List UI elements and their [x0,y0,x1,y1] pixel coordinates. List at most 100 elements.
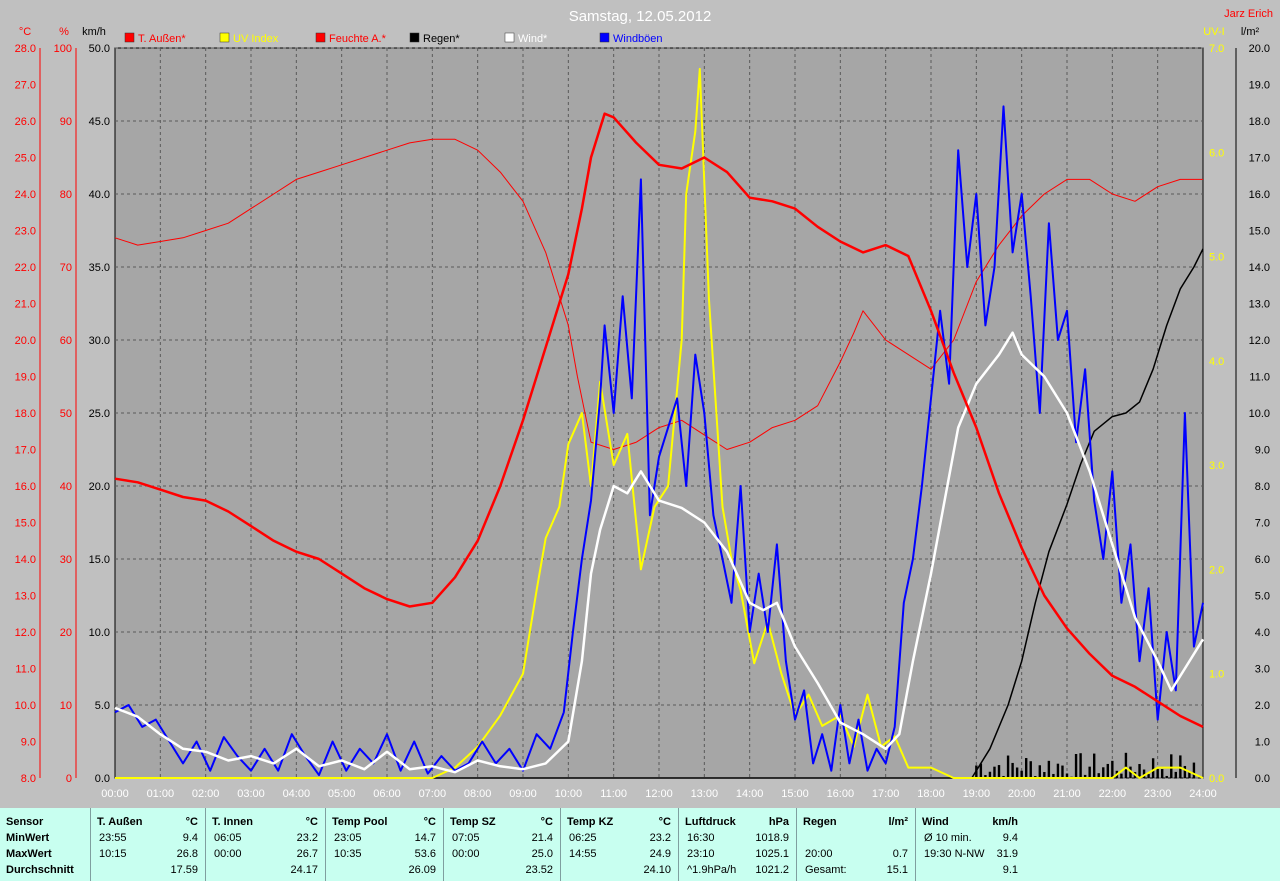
rain-bar [993,766,996,778]
temp-tick-label: 23.0 [15,226,36,238]
temp-tick-label: 10.0 [15,700,36,712]
wind-tick-label: 5.0 [95,700,110,712]
rain-bar [1156,769,1159,778]
temp-tick-label: 11.0 [15,664,36,676]
rain-bar [1015,767,1019,778]
stats-unit: l/m² [888,816,908,828]
legend-swatch [219,32,230,43]
wind-tick-label: 25.0 [89,408,110,420]
stats-value: 9.4 [182,832,198,844]
weather-chart: Samstag, 12.05.2012 Jarz Erich °C% km/h UV-I… [15,8,1273,800]
temp-tick-label: 28.0 [15,43,36,55]
legend-swatch [409,32,420,43]
stats-value: 23.2 [296,832,318,844]
x-tick-label: 17:00 [872,788,900,800]
humidity-axis-unit: % [59,26,69,38]
x-tick-label: 24:00 [1189,788,1217,800]
stats-unit: °C [540,816,553,828]
wind-tick-label: 40.0 [89,189,110,201]
x-tick-label: 20:00 [1008,788,1036,800]
stats-value: 26.8 [176,848,198,860]
rain-tick-label: 9.0 [1255,445,1270,457]
rain-bar [1088,766,1091,778]
stats-column: Luftdruck hPa 16:30 1018.9 23:10 1025.1 ^1.9hP… [678,808,797,881]
stats-value: 1018.9 [755,832,789,844]
legend-label: T. Außen* [138,33,186,45]
rain-bar [1020,770,1023,778]
stats-value: 0.7 [892,848,908,860]
stats-row-label: MinWert [6,832,50,844]
x-tick-label: 12:00 [645,788,673,800]
temp-tick-label: 26.0 [15,116,36,128]
stats-column: Temp KZ °C 06:25 23.2 14:55 24.9 24.10 [560,808,679,881]
wind-tick-label: 45.0 [89,116,110,128]
legend-label: Feuchte A.* [329,33,387,45]
temp-tick-label: 21.0 [15,299,36,311]
rain-tick-label: 16.0 [1249,189,1270,201]
rain-tick-label: 15.0 [1249,226,1270,238]
stats-column: T. Außen °C 23:55 9.4 10:15 26.8 17.59 [90,808,206,881]
legend-label: Wind* [518,33,548,45]
rain-tick-label: 20.0 [1249,43,1270,55]
rain-bar [1038,765,1041,778]
rain-bar [1074,754,1078,778]
humidity-tick-label: 60 [60,335,72,347]
stats-value: 15.1 [886,864,908,876]
rain-bar [1093,753,1096,778]
rain-tick-label: 17.0 [1249,153,1270,165]
rain-tick-label: 0.0 [1255,773,1270,785]
stats-unit: hPa [768,816,789,828]
rain-bar [1183,765,1187,778]
stats-column: Sensor MinWert MaxWert Durchschnitt [0,808,90,881]
x-tick-label: 22:00 [1099,788,1127,800]
temp-tick-label: 19.0 [15,372,36,384]
humidity-tick-label: 30 [60,554,72,566]
wind-tick-label: 10.0 [89,627,110,639]
stats-value: 23.52 [525,864,553,876]
stats-value: 26.7 [296,848,318,860]
stats-column: Regen l/m² 20:00 0.7 Gesamt: 15.1 [796,808,916,881]
rain-bar [1079,753,1082,778]
wind-axis-unit: km/h [82,26,106,38]
rain-bar [1138,764,1141,778]
rain-bar [1170,754,1173,778]
temp-tick-label: 24.0 [15,189,36,201]
rain-tick-label: 1.0 [1255,737,1270,749]
wind-tick-label: 30.0 [89,335,110,347]
rain-tick-label: 19.0 [1249,80,1270,92]
temp-tick-label: 25.0 [15,153,36,165]
rain-bar [1124,752,1128,778]
x-tick-label: 04:00 [283,788,311,800]
x-tick-label: 09:00 [509,788,537,800]
x-tick-label: 14:00 [736,788,764,800]
x-tick-label: 21:00 [1053,788,1081,800]
rain-bar [1102,767,1105,778]
stats-value: 17.59 [170,864,198,876]
temp-tick-label: 9.0 [21,737,36,749]
rain-tick-label: 6.0 [1255,554,1270,566]
x-tick-label: 07:00 [419,788,447,800]
rain-bar [1029,761,1032,778]
rain-tick-label: 8.0 [1255,481,1270,493]
rain-tick-label: 7.0 [1255,518,1270,530]
stats-value: 1025.1 [755,848,789,860]
stats-unit: °C [423,816,436,828]
temp-tick-label: 20.0 [15,335,36,347]
stats-value: 31.9 [996,848,1018,860]
rain-axis-unit: l/m² [1241,26,1260,38]
stats-value: 14.7 [414,832,436,844]
legend-label: UV Index [233,33,279,45]
rain-bar [1174,771,1177,778]
stats-value: 24.9 [649,848,671,860]
stats-unit: °C [185,816,198,828]
stats-value: 21.4 [531,832,553,844]
uv-tick-label: 4.0 [1209,356,1224,368]
rain-bar [1061,765,1064,778]
x-tick-label: 05:00 [328,788,356,800]
uv-tick-label: 0.0 [1209,773,1224,785]
x-tick-label: 19:00 [963,788,991,800]
x-tick-label: 00:00 [101,788,129,800]
rain-bar [1147,774,1150,778]
humidity-tick-label: 100 [54,43,72,55]
stats-column: Wind km/h Ø 10 min. 9.4 19:30 N-NW 31.9 9.1 [915,808,1026,881]
